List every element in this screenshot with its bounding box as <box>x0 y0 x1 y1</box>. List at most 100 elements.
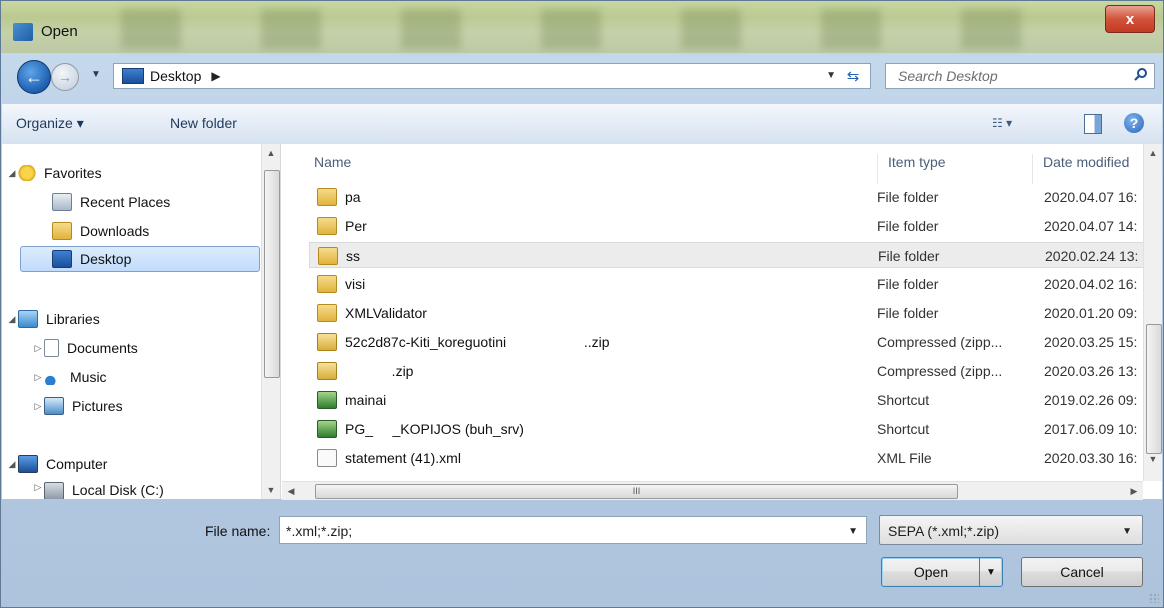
collapsed-triangle-icon[interactable]: ▷ <box>32 372 44 383</box>
file-date: 2020.04.02 16: <box>1044 276 1138 292</box>
xml-file-icon <box>317 449 337 467</box>
title-bar[interactable]: Open x <box>1 1 1163 53</box>
nav-computer-label: Computer <box>46 456 108 472</box>
nav-pictures[interactable]: ▷ Pictures <box>32 393 123 419</box>
folder-icon <box>317 275 337 293</box>
preview-pane-icon[interactable] <box>1084 114 1102 134</box>
nav-desktop[interactable]: Desktop <box>20 246 260 272</box>
nav-recent-places[interactable]: Recent Places <box>52 189 170 215</box>
libraries-icon <box>18 310 38 328</box>
scrollbar-thumb[interactable] <box>1146 324 1162 454</box>
file-row[interactable]: mainai Shortcut 2019.02.26 09: <box>309 387 1145 413</box>
nav-pane-scrollbar[interactable]: ▲ ▼ <box>261 144 280 499</box>
file-type-filter-select[interactable]: SEPA (*.xml;*.zip) ▼ <box>879 515 1143 545</box>
search-input[interactable]: Search Desktop <box>885 63 1155 89</box>
address-location[interactable]: Desktop <box>150 68 201 84</box>
collapsed-triangle-icon[interactable]: ▷ <box>32 482 44 493</box>
file-type: Compressed (zipp... <box>877 334 1003 350</box>
collapsed-triangle-icon[interactable]: ▷ <box>32 401 44 412</box>
organize-menu[interactable]: Organize ▾ <box>16 115 84 132</box>
zip-archive-icon <box>317 333 337 351</box>
cancel-button[interactable]: Cancel <box>1021 557 1143 587</box>
file-row[interactable]: .zip Compressed (zipp... 2020.03.26 13: <box>309 358 1145 384</box>
file-type-filter-value: SEPA (*.xml;*.zip) <box>888 523 999 539</box>
collapsed-triangle-icon[interactable]: ▷ <box>32 343 44 354</box>
file-list: Name Item type Date modified pa File fol… <box>282 144 1162 500</box>
breadcrumb-chevron-icon[interactable]: ▶ <box>211 69 220 83</box>
scrollbar-thumb[interactable]: III <box>315 484 958 499</box>
nav-computer[interactable]: ◢ Computer <box>6 451 107 477</box>
nav-documents-label: Documents <box>67 340 138 356</box>
open-file-dialog: Open x ← → ▼ Desktop ▶ ▼ ⇆ Search Deskto… <box>0 0 1164 608</box>
refresh-icon[interactable]: ⇆ <box>842 67 864 85</box>
help-icon[interactable]: ? <box>1124 113 1144 133</box>
shortcut-icon <box>317 420 337 438</box>
forward-button[interactable]: → <box>51 63 79 91</box>
file-row[interactable]: 52c2d87c-Kiti_koreguotini ..zip Compress… <box>309 329 1145 355</box>
column-header-item-type[interactable]: Item type <box>877 154 946 184</box>
file-name-input[interactable]: *.xml;*.zip; ▼ <box>279 516 867 544</box>
file-row[interactable]: PG_ _KOPIJOS (buh_srv) Shortcut 2017.06.… <box>309 416 1145 442</box>
nav-favorites[interactable]: ◢ Favorites <box>6 160 102 186</box>
file-date: 2020.03.25 15: <box>1044 334 1138 350</box>
file-date: 2020.03.26 13: <box>1044 363 1138 379</box>
search-icon[interactable] <box>1134 67 1148 81</box>
file-list-vertical-scrollbar[interactable]: ▲ ▼ <box>1143 144 1162 481</box>
address-dropdown-icon[interactable]: ▼ <box>826 70 836 81</box>
folder-icon <box>317 217 337 235</box>
expanded-triangle-icon[interactable]: ◢ <box>6 314 18 325</box>
desktop-icon <box>122 68 144 84</box>
expanded-triangle-icon[interactable]: ◢ <box>6 459 18 470</box>
file-list-horizontal-scrollbar[interactable]: ◀ III ▶ <box>282 481 1143 500</box>
file-type: Shortcut <box>877 392 930 408</box>
file-type: File folder <box>877 305 939 321</box>
scroll-up-arrow-icon[interactable]: ▲ <box>1144 144 1162 162</box>
file-date: 2020.01.20 09: <box>1044 305 1138 321</box>
expanded-triangle-icon[interactable]: ◢ <box>6 168 18 179</box>
scrollbar-thumb[interactable] <box>264 170 280 378</box>
search-placeholder: Search Desktop <box>898 68 998 84</box>
column-header-date-modified[interactable]: Date modified <box>1032 154 1143 184</box>
folder-icon <box>317 304 337 322</box>
file-row[interactable]: ss File folder 2020.02.24 13: <box>309 242 1145 268</box>
file-row[interactable]: visi File folder 2020.04.02 16: <box>309 271 1145 297</box>
file-name: visi <box>345 276 366 292</box>
new-folder-button[interactable]: New folder <box>170 115 237 131</box>
file-name: Per <box>345 218 367 234</box>
nav-libraries[interactable]: ◢ Libraries <box>6 306 100 332</box>
file-type: Compressed (zipp... <box>877 363 1003 379</box>
file-row[interactable]: Per File folder 2020.04.07 14: <box>309 213 1145 239</box>
nav-downloads-label: Downloads <box>80 223 150 239</box>
resize-grip-icon[interactable] <box>1149 593 1159 603</box>
column-header-name[interactable]: Name <box>314 154 351 184</box>
window-title: Open <box>41 23 78 40</box>
filter-dropdown-icon[interactable]: ▼ <box>1122 526 1132 537</box>
file-row[interactable]: XMLValidator File folder 2020.01.20 09: <box>309 300 1145 326</box>
back-button[interactable]: ← <box>17 60 51 94</box>
file-name-label: File name: <box>205 523 271 539</box>
nav-music[interactable]: ▷ Music <box>32 364 107 390</box>
open-button[interactable]: Open ▼ <box>881 557 1003 587</box>
scroll-right-arrow-icon[interactable]: ▶ <box>1125 482 1143 500</box>
file-name-dropdown-icon[interactable]: ▼ <box>848 526 858 537</box>
nav-local-disk[interactable]: ▷ Local Disk (C:) <box>32 478 164 499</box>
scroll-down-arrow-icon[interactable]: ▼ <box>1144 450 1162 468</box>
close-button[interactable]: x <box>1105 5 1155 33</box>
address-bar[interactable]: Desktop ▶ ▼ ⇆ <box>113 63 871 89</box>
file-row[interactable]: statement (41).xml XML File 2020.03.30 1… <box>309 445 1145 471</box>
open-split-dropdown-icon[interactable]: ▼ <box>979 558 1002 586</box>
file-row[interactable]: pa File folder 2020.04.07 16: <box>309 184 1145 210</box>
back-arrow-icon: ← <box>25 66 43 87</box>
recent-locations-dropdown-icon[interactable]: ▼ <box>91 69 101 80</box>
file-name-value[interactable]: *.xml;*.zip; <box>286 523 352 539</box>
music-note-icon <box>44 369 62 385</box>
forward-arrow-icon: → <box>58 69 72 85</box>
nav-documents[interactable]: ▷ Documents <box>32 335 138 361</box>
change-view-icon[interactable]: ☷ ▾ <box>992 116 1022 132</box>
scroll-down-arrow-icon[interactable]: ▼ <box>262 481 280 499</box>
nav-downloads[interactable]: Downloads <box>52 218 149 244</box>
folder-icon <box>317 188 337 206</box>
scroll-left-arrow-icon[interactable]: ◀ <box>282 482 300 500</box>
scroll-up-arrow-icon[interactable]: ▲ <box>262 144 280 162</box>
nav-local-disk-label: Local Disk (C:) <box>72 482 164 498</box>
